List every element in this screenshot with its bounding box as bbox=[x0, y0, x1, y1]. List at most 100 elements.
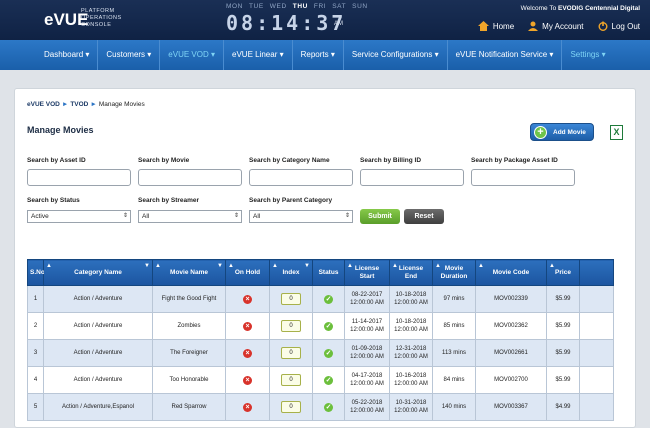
page-title: Manage Movies bbox=[27, 125, 94, 135]
category-name-input[interactable] bbox=[249, 169, 353, 186]
index-input[interactable]: 0 bbox=[281, 347, 301, 359]
index-input[interactable]: 0 bbox=[281, 293, 301, 305]
logout-link[interactable]: Log Out bbox=[598, 21, 640, 31]
asset-id-input[interactable] bbox=[27, 169, 131, 186]
category-name-label: Search by Category Name bbox=[249, 157, 330, 164]
parent-category-label: Search by Parent Category bbox=[249, 197, 333, 204]
nav-settings[interactable]: Settings ▾ bbox=[562, 40, 613, 70]
nav-reports[interactable]: Reports ▾ bbox=[293, 40, 344, 70]
col-status[interactable]: Status bbox=[312, 259, 345, 286]
welcome-text: Welcome To EVODIG Centennial Digital bbox=[520, 5, 640, 12]
col-movie-code[interactable]: ▲ Movie Code bbox=[475, 259, 547, 286]
col-index[interactable]: ▲ Index ▼ bbox=[269, 259, 313, 286]
package-asset-id-input[interactable] bbox=[471, 169, 575, 186]
day-mon: MON bbox=[226, 3, 243, 10]
status-check-icon[interactable]: ✓ bbox=[324, 321, 333, 331]
day-sat: SAT bbox=[332, 3, 347, 10]
clock-ampm: AM bbox=[334, 21, 343, 27]
col-on-hold[interactable]: ▲ On Hold bbox=[225, 259, 270, 286]
sort-icon[interactable]: ▲ bbox=[392, 262, 398, 270]
billing-id-input[interactable] bbox=[360, 169, 464, 186]
index-input[interactable]: 0 bbox=[281, 401, 301, 413]
breadcrumb: eVUE VOD ► TVOD ► Manage Movies bbox=[27, 101, 145, 108]
table-row[interactable]: 4 Action / Adventure Too Honorable × 0 ✓… bbox=[27, 366, 614, 394]
logo-subtitle: PLATFORM OPERATIONS CONSOLE bbox=[81, 8, 122, 28]
my-account-link[interactable]: My Account bbox=[528, 21, 584, 31]
parent-category-select[interactable]: All ⇕ bbox=[249, 210, 353, 223]
sort-icon[interactable]: ▲ bbox=[435, 262, 441, 270]
on-hold-icon[interactable]: × bbox=[243, 375, 252, 385]
sort-icon[interactable]: ▲ bbox=[549, 262, 555, 270]
sort-icon[interactable]: ▲ bbox=[228, 262, 234, 270]
sort-icon[interactable]: ▼ bbox=[217, 262, 223, 270]
breadcrumb-current: Manage Movies bbox=[98, 101, 145, 108]
excel-export-icon[interactable]: X bbox=[610, 125, 623, 140]
digital-clock: 08:14:37 bbox=[226, 11, 347, 35]
streamer-select[interactable]: All ⇕ bbox=[138, 210, 242, 223]
status-check-icon[interactable]: ✓ bbox=[324, 402, 333, 412]
breadcrumb-evue-vod[interactable]: eVUE VOD bbox=[27, 101, 60, 108]
sort-icon[interactable]: ▲ bbox=[155, 262, 161, 270]
content-panel: eVUE VOD ► TVOD ► Manage Movies Manage Movie… bbox=[14, 88, 636, 428]
sort-icon[interactable]: ▲ bbox=[46, 262, 52, 270]
nav-customers[interactable]: Customers ▾ bbox=[98, 40, 161, 70]
movie-input[interactable] bbox=[138, 169, 242, 186]
movie-label: Search by Movie bbox=[138, 157, 190, 164]
on-hold-icon[interactable]: × bbox=[243, 402, 252, 412]
home-icon bbox=[477, 21, 489, 31]
home-link[interactable]: Home bbox=[477, 21, 514, 31]
col-category-name[interactable]: ▲ Category Name ▼ bbox=[43, 259, 153, 286]
col-extra bbox=[579, 259, 614, 286]
nav-notification-service[interactable]: eVUE Notification Service ▾ bbox=[448, 40, 563, 70]
sort-icon[interactable]: ▲ bbox=[272, 262, 278, 270]
power-icon bbox=[598, 21, 608, 31]
table-row[interactable]: 3 Action / Adventure The Foreigner × 0 ✓… bbox=[27, 339, 614, 367]
col-movie-duration[interactable]: ▲ Movie Duration bbox=[432, 259, 476, 286]
day-sun: SUN bbox=[352, 3, 368, 10]
sort-icon[interactable]: ▼ bbox=[144, 262, 150, 270]
col-license-end[interactable]: ▲ License End bbox=[389, 259, 433, 286]
nav-evue-linear[interactable]: eVUE Linear ▾ bbox=[224, 40, 293, 70]
on-hold-icon[interactable]: × bbox=[243, 321, 252, 331]
day-thu: THU bbox=[292, 3, 308, 10]
status-select[interactable]: Active ⇕ bbox=[27, 210, 131, 223]
reset-button[interactable]: Reset bbox=[404, 209, 444, 224]
nav-service-configurations[interactable]: Service Configurations ▾ bbox=[344, 40, 448, 70]
billing-id-label: Search by Billing ID bbox=[360, 157, 422, 164]
col-price[interactable]: ▲ Price bbox=[546, 259, 580, 286]
on-hold-icon[interactable]: × bbox=[243, 348, 252, 358]
status-check-icon[interactable]: ✓ bbox=[324, 375, 333, 385]
select-arrows-icon: ⇕ bbox=[233, 213, 239, 219]
day-tue: TUE bbox=[248, 3, 264, 10]
table-row[interactable]: 1 Action / Adventure Fight the Good Figh… bbox=[27, 285, 614, 313]
submit-button[interactable]: Submit bbox=[360, 209, 400, 224]
status-check-icon[interactable]: ✓ bbox=[324, 348, 333, 358]
select-arrows-icon: ⇕ bbox=[344, 213, 350, 219]
col-sno[interactable]: S.No bbox=[27, 259, 45, 286]
sort-icon[interactable]: ▼ bbox=[304, 262, 310, 270]
breadcrumb-tvod[interactable]: TVOD bbox=[70, 101, 88, 108]
plus-icon: + bbox=[534, 125, 547, 139]
nav-dashboard[interactable]: Dashboard ▾ bbox=[36, 40, 99, 70]
nav-evue-vod[interactable]: eVUE VOD ▾ bbox=[160, 40, 224, 70]
index-input[interactable]: 0 bbox=[281, 374, 301, 386]
add-movie-button[interactable]: + Add Movie bbox=[530, 123, 594, 141]
top-bar: eVUE PLATFORM OPERATIONS CONSOLE MON TUE W… bbox=[0, 0, 650, 40]
day-fri: FRI bbox=[313, 3, 327, 10]
movies-table: S.No ▲ Category Name ▼ ▲ Movie Name ▼ ▲ On Ho… bbox=[27, 259, 614, 421]
sort-icon[interactable]: ▲ bbox=[347, 262, 353, 270]
day-wed: WED bbox=[269, 3, 287, 10]
table-row[interactable]: 5 Action / Adventure,Espanol Red Sparrow… bbox=[27, 393, 614, 421]
status-label: Search by Status bbox=[27, 197, 80, 204]
col-license-start[interactable]: ▲ License Start bbox=[344, 259, 390, 286]
status-check-icon[interactable]: ✓ bbox=[324, 294, 333, 304]
table-row[interactable]: 2 Action / Adventure Zombies × 0 ✓ 11-14… bbox=[27, 312, 614, 340]
package-asset-id-label: Search by Package Asset ID bbox=[471, 157, 558, 164]
index-input[interactable]: 0 bbox=[281, 320, 301, 332]
sort-icon[interactable]: ▲ bbox=[478, 262, 484, 270]
streamer-label: Search by Streamer bbox=[138, 197, 200, 204]
user-icon bbox=[528, 21, 539, 31]
col-movie-name[interactable]: ▲ Movie Name ▼ bbox=[152, 259, 226, 286]
weekday-row: MON TUE WED THU FRI SAT SUN bbox=[226, 3, 374, 10]
on-hold-icon[interactable]: × bbox=[243, 294, 252, 304]
